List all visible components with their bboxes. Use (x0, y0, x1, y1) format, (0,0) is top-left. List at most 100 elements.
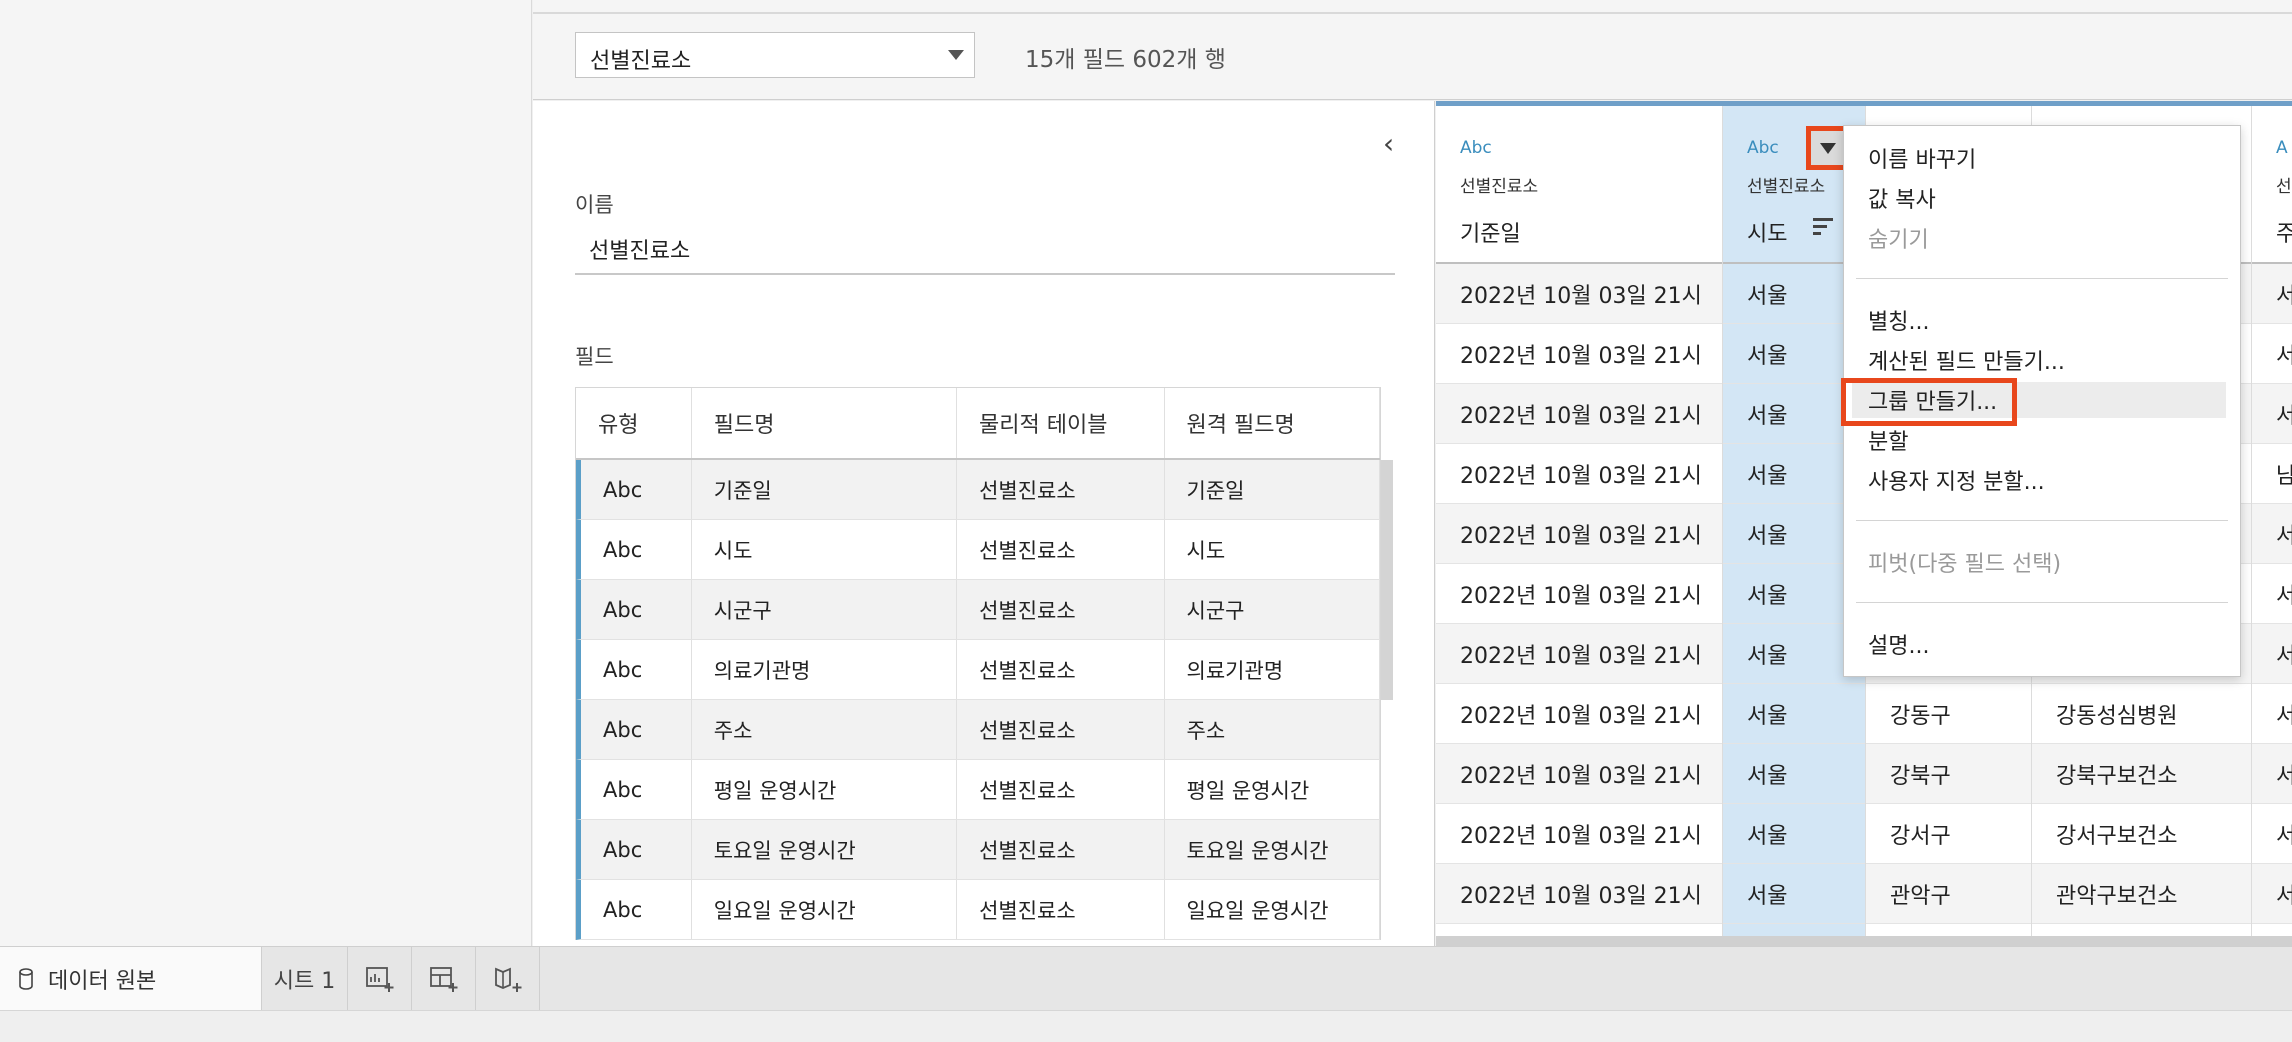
field-name-cell[interactable]: 시도 (692, 520, 958, 579)
column-header-field-name[interactable]: 필드명 (692, 388, 958, 458)
chevron-down-icon (948, 50, 964, 60)
datasource-select[interactable]: 선별진료소 (575, 32, 975, 78)
menu-item-split[interactable]: 분할 (1868, 424, 1908, 456)
grid-cell[interactable]: 2022년 10월 03일 21시 (1436, 744, 1722, 804)
grid-column-base-date: Abc 선별진료소 기준일 2022년 10월 03일 21시 2022년 10… (1436, 106, 1723, 946)
name-field[interactable]: 선별진료소 (575, 223, 1395, 275)
string-type-icon[interactable]: Abc (581, 580, 692, 639)
field-name-cell[interactable]: 평일 운영시간 (692, 760, 958, 819)
menu-item-copy-values[interactable]: 값 복사 (1868, 182, 1936, 214)
string-type-icon[interactable]: Abc (581, 880, 692, 939)
sort-icon[interactable] (1813, 218, 1833, 238)
column-name: 주 (2276, 222, 2292, 247)
grid-cell[interactable]: 서 (2252, 684, 2292, 744)
string-type-icon[interactable]: Abc (581, 760, 692, 819)
grid-cell[interactable]: 강북구보건소 (2032, 744, 2251, 804)
column-name: 기준일 (1460, 222, 1521, 247)
datasource-toolbar: 선별진료소 15개 필드 602개 행 (533, 0, 2292, 100)
grid-cell[interactable]: 2022년 10월 03일 21시 (1436, 264, 1722, 324)
new-story-icon[interactable] (476, 947, 540, 1011)
column-header[interactable]: Abc 선별진료소 기준일 (1436, 106, 1722, 264)
grid-horizontal-scrollbar[interactable] (1436, 936, 2292, 946)
menu-item-describe[interactable]: 설명... (1868, 628, 1929, 660)
table-row[interactable]: Abc 시군구 선별진료소 시군구 (576, 580, 1380, 640)
grid-cell[interactable]: 서 (2252, 504, 2292, 564)
grid-cell[interactable]: 2022년 10월 03일 21시 (1436, 564, 1722, 624)
field-name-cell[interactable]: 주소 (692, 700, 958, 759)
field-name-cell[interactable]: 기준일 (692, 460, 958, 519)
column-name: 시도 (1747, 222, 1788, 247)
column-header-remote-field[interactable]: 원격 필드명 (1165, 388, 1380, 458)
grid-cell[interactable]: 관악구 (1866, 864, 2031, 924)
grid-cell[interactable]: 2022년 10월 03일 21시 (1436, 684, 1722, 744)
remote-field-cell: 시도 (1165, 520, 1380, 579)
grid-cell[interactable]: 서울 (1723, 804, 1865, 864)
field-name-cell[interactable]: 토요일 운영시간 (692, 820, 958, 879)
grid-cell[interactable]: 강동성심병원 (2032, 684, 2251, 744)
column-header-type[interactable]: 유형 (576, 388, 692, 458)
menu-item-custom-split[interactable]: 사용자 지정 분할... (1868, 464, 2045, 496)
menu-item-aliases[interactable]: 별칭... (1868, 304, 1929, 336)
menu-item-rename[interactable]: 이름 바꾸기 (1868, 142, 1976, 174)
table-row[interactable]: Abc 일요일 운영시간 선별진료소 일요일 운영시간 (576, 880, 1380, 940)
menu-item-hide: 숨기기 (1868, 228, 1929, 253)
fields-table-scrollbar[interactable] (1381, 460, 1393, 700)
grid-cell[interactable]: 2022년 10월 03일 21시 (1436, 324, 1722, 384)
remote-field-cell: 기준일 (1165, 460, 1380, 519)
column-header-physical-table[interactable]: 물리적 테이블 (957, 388, 1165, 458)
table-row[interactable]: Abc 토요일 운영시간 선별진료소 토요일 운영시간 (576, 820, 1380, 880)
grid-cell[interactable]: 강북구 (1866, 744, 2031, 804)
tab-data-source[interactable]: 데이터 원본 (0, 947, 262, 1011)
table-row[interactable]: Abc 시도 선별진료소 시도 (576, 520, 1380, 580)
grid-cell[interactable]: 서울 (1723, 744, 1865, 804)
grid-cell[interactable]: 서 (2252, 264, 2292, 324)
menu-item-create-calculated-field[interactable]: 계산된 필드 만들기... (1868, 344, 2065, 376)
string-type-icon[interactable]: Abc (581, 820, 692, 879)
grid-cell[interactable]: 서울 (1723, 864, 1865, 924)
string-type-icon[interactable]: Abc (581, 700, 692, 759)
new-dashboard-icon[interactable] (412, 947, 476, 1011)
field-name-cell[interactable]: 의료기관명 (692, 640, 958, 699)
table-row[interactable]: Abc 평일 운영시간 선별진료소 평일 운영시간 (576, 760, 1380, 820)
grid-cell[interactable]: 2022년 10월 03일 21시 (1436, 444, 1722, 504)
caret-down-icon (1820, 143, 1836, 154)
grid-cell[interactable]: 2022년 10월 03일 21시 (1436, 624, 1722, 684)
grid-cell[interactable]: 서 (2252, 804, 2292, 864)
physical-table-cell: 선별진료소 (957, 760, 1165, 819)
column-header[interactable]: A 선 주 (2252, 106, 2292, 264)
grid-cell[interactable]: 관악구보건소 (2032, 864, 2251, 924)
grid-cell[interactable]: 강서구 (1866, 804, 2031, 864)
grid-cell[interactable]: 2022년 10월 03일 21시 (1436, 804, 1722, 864)
grid-cell[interactable]: 2022년 10월 03일 21시 (1436, 384, 1722, 444)
string-type-icon[interactable]: Abc (1460, 138, 1492, 158)
grid-cell[interactable]: 서 (2252, 624, 2292, 684)
string-type-icon[interactable]: A (2276, 138, 2288, 158)
tab-sheet-1[interactable]: 시트 1 (262, 947, 348, 1011)
grid-cell[interactable]: 2022년 10월 03일 21시 (1436, 504, 1722, 564)
grid-cell[interactable]: 서 (2252, 384, 2292, 444)
table-row[interactable]: Abc 기준일 선별진료소 기준일 (576, 460, 1380, 520)
grid-cell[interactable]: 서울 (1723, 684, 1865, 744)
remote-field-cell: 시군구 (1165, 580, 1380, 639)
field-name-cell[interactable]: 시군구 (692, 580, 958, 639)
fields-table-header: 유형 필드명 물리적 테이블 원격 필드명 (576, 388, 1380, 460)
grid-cell[interactable]: 서 (2252, 744, 2292, 804)
new-worksheet-icon[interactable] (348, 947, 412, 1011)
grid-cell[interactable]: 서 (2252, 564, 2292, 624)
grid-cell[interactable]: 서 (2252, 864, 2292, 924)
field-name-cell[interactable]: 일요일 운영시간 (692, 880, 958, 939)
string-type-icon[interactable]: Abc (581, 460, 692, 519)
grid-cell[interactable]: 강동구 (1866, 684, 2031, 744)
string-type-icon[interactable]: Abc (1747, 138, 1779, 158)
fields-table: 유형 필드명 물리적 테이블 원격 필드명 Abc 기준일 선별진료소 기준일 … (575, 387, 1381, 940)
string-type-icon[interactable]: Abc (581, 520, 692, 579)
table-row[interactable]: Abc 의료기관명 선별진료소 의료기관명 (576, 640, 1380, 700)
string-type-icon[interactable]: Abc (581, 640, 692, 699)
grid-cell[interactable]: 강서구보건소 (2032, 804, 2251, 864)
grid-cell[interactable]: 2022년 10월 03일 21시 (1436, 864, 1722, 924)
column-cells: 서 서 서 남 서 서 서 서 서 서 서 (2252, 264, 2292, 924)
collapse-panel-icon[interactable]: ‹ (1383, 127, 1394, 160)
grid-cell[interactable]: 서 (2252, 324, 2292, 384)
grid-cell[interactable]: 남 (2252, 444, 2292, 504)
table-row[interactable]: Abc 주소 선별진료소 주소 (576, 700, 1380, 760)
